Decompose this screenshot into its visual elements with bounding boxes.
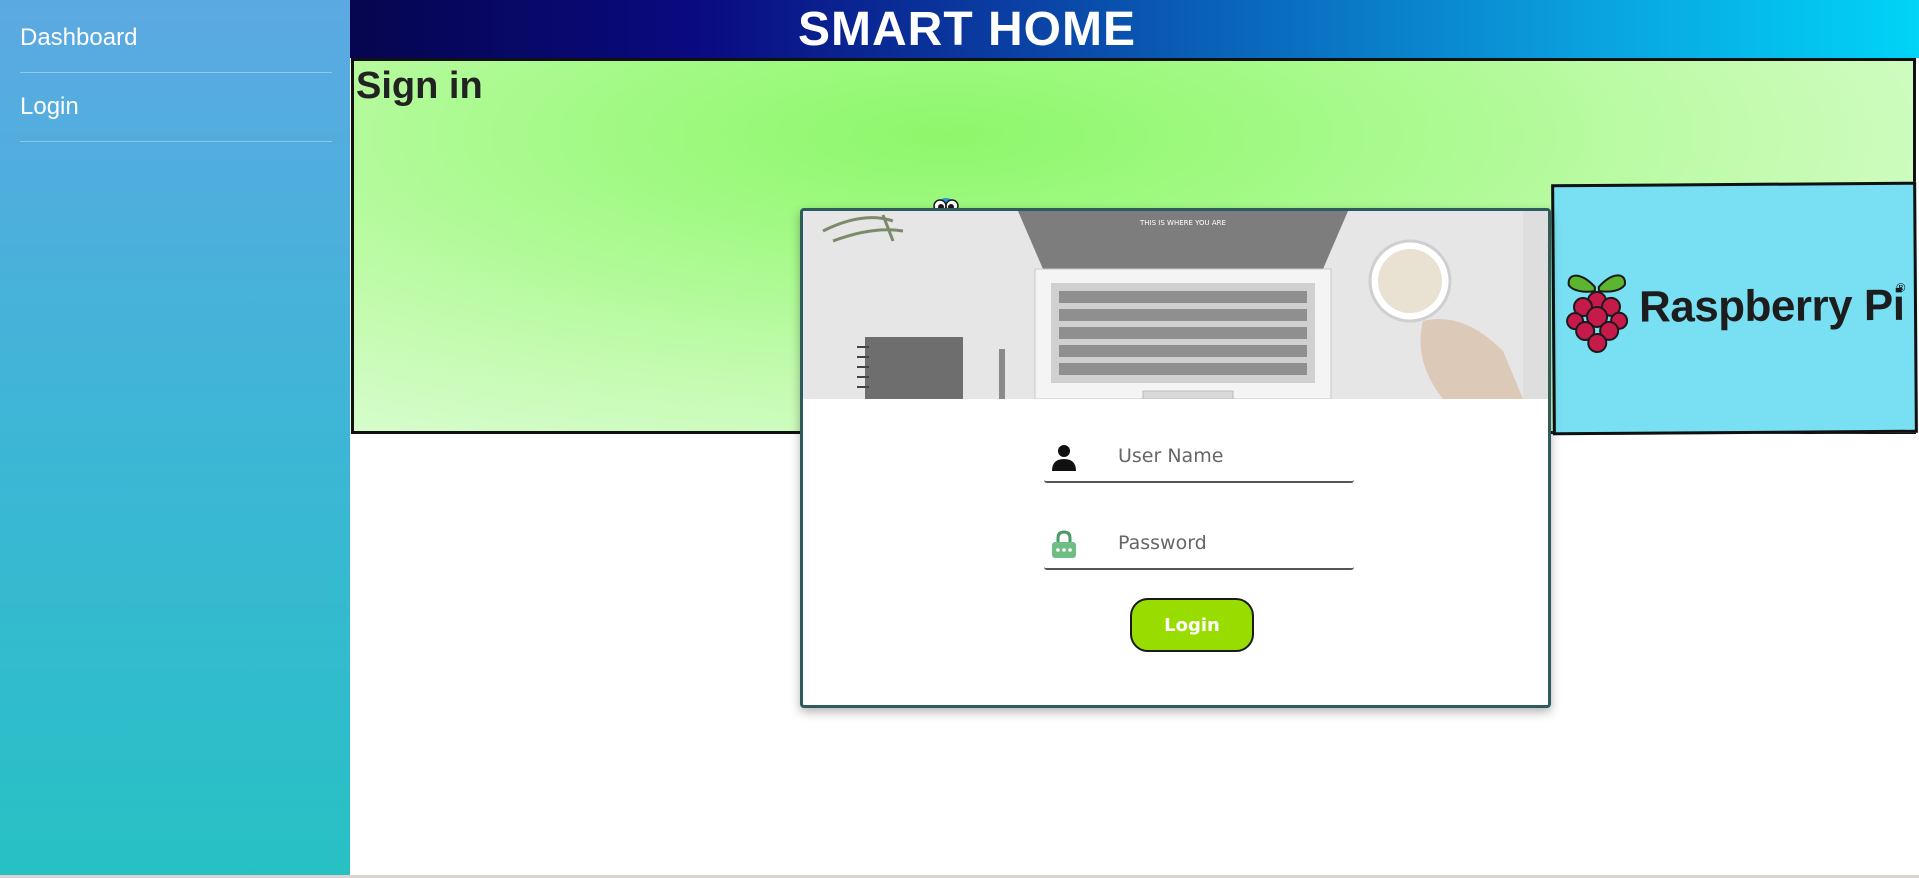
login-card: THIS IS WHERE YOU ARE User Name Login: [800, 208, 1551, 708]
password-field-row: [1044, 518, 1354, 570]
password-input[interactable]: [1116, 526, 1350, 560]
sidebar: Dashboard Login: [0, 0, 350, 875]
workspace-header-image: THIS IS WHERE YOU ARE: [803, 211, 1548, 400]
username-field-row: [1044, 431, 1354, 483]
user-icon: [1052, 445, 1076, 471]
page-title: SMART HOME: [798, 3, 1136, 56]
trademark-mark: ®: [1894, 280, 1907, 295]
login-button[interactable]: Login: [1130, 598, 1254, 652]
raspberry-pi-logo-icon: [1566, 274, 1629, 353]
laptop-screen-caption: THIS IS WHERE YOU ARE: [1139, 219, 1226, 227]
username-input[interactable]: [1116, 439, 1350, 473]
banner-title: Sign in: [356, 65, 483, 107]
sidebar-item-login[interactable]: Login: [20, 73, 332, 142]
top-header: SMART HOME: [350, 0, 1919, 58]
lock-icon: [1052, 530, 1076, 558]
sidebar-item-dashboard[interactable]: Dashboard: [20, 0, 332, 73]
raspberry-pi-brand: Raspberry Pi: [1638, 280, 1905, 332]
raspberry-pi-panel: Raspberry Pi ®: [1551, 181, 1918, 436]
laptop-desk-illustration: THIS IS WHERE YOU ARE: [803, 211, 1548, 400]
